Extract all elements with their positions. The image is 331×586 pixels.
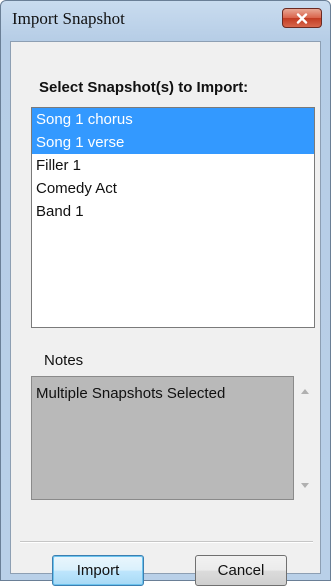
snapshot-listbox[interactable]: Song 1 chorus Song 1 verse Filler 1 Come… bbox=[31, 107, 315, 328]
list-item-band-1[interactable]: Band 1 bbox=[32, 200, 314, 223]
cancel-button[interactable]: Cancel bbox=[195, 555, 287, 586]
list-item-filler-1[interactable]: Filler 1 bbox=[32, 154, 314, 177]
close-button[interactable] bbox=[282, 8, 322, 28]
close-x-icon bbox=[296, 12, 308, 24]
notes-textarea: Multiple Snapshots Selected bbox=[31, 376, 294, 500]
select-snapshots-heading: Select Snapshot(s) to Import: bbox=[39, 79, 249, 96]
button-separator bbox=[20, 541, 313, 543]
title-bar[interactable]: Import Snapshot bbox=[1, 1, 330, 35]
scroll-up-arrow-icon[interactable] bbox=[301, 389, 309, 394]
scroll-down-arrow-icon[interactable] bbox=[301, 483, 309, 488]
window-title: Import Snapshot bbox=[12, 9, 125, 28]
import-button[interactable]: Import bbox=[52, 555, 144, 586]
list-item-song-1-verse[interactable]: Song 1 verse bbox=[32, 131, 314, 154]
notes-label: Notes bbox=[44, 352, 84, 369]
import-snapshot-dialog: Import Snapshot Select Snapshot(s) to Im… bbox=[0, 0, 331, 586]
notes-scrollbar[interactable] bbox=[296, 376, 316, 500]
dialog-body: Select Snapshot(s) to Import: Song 1 cho… bbox=[10, 41, 321, 586]
list-item-song-1-chorus[interactable]: Song 1 chorus bbox=[32, 108, 314, 131]
list-item-comedy-act[interactable]: Comedy Act bbox=[32, 177, 314, 200]
